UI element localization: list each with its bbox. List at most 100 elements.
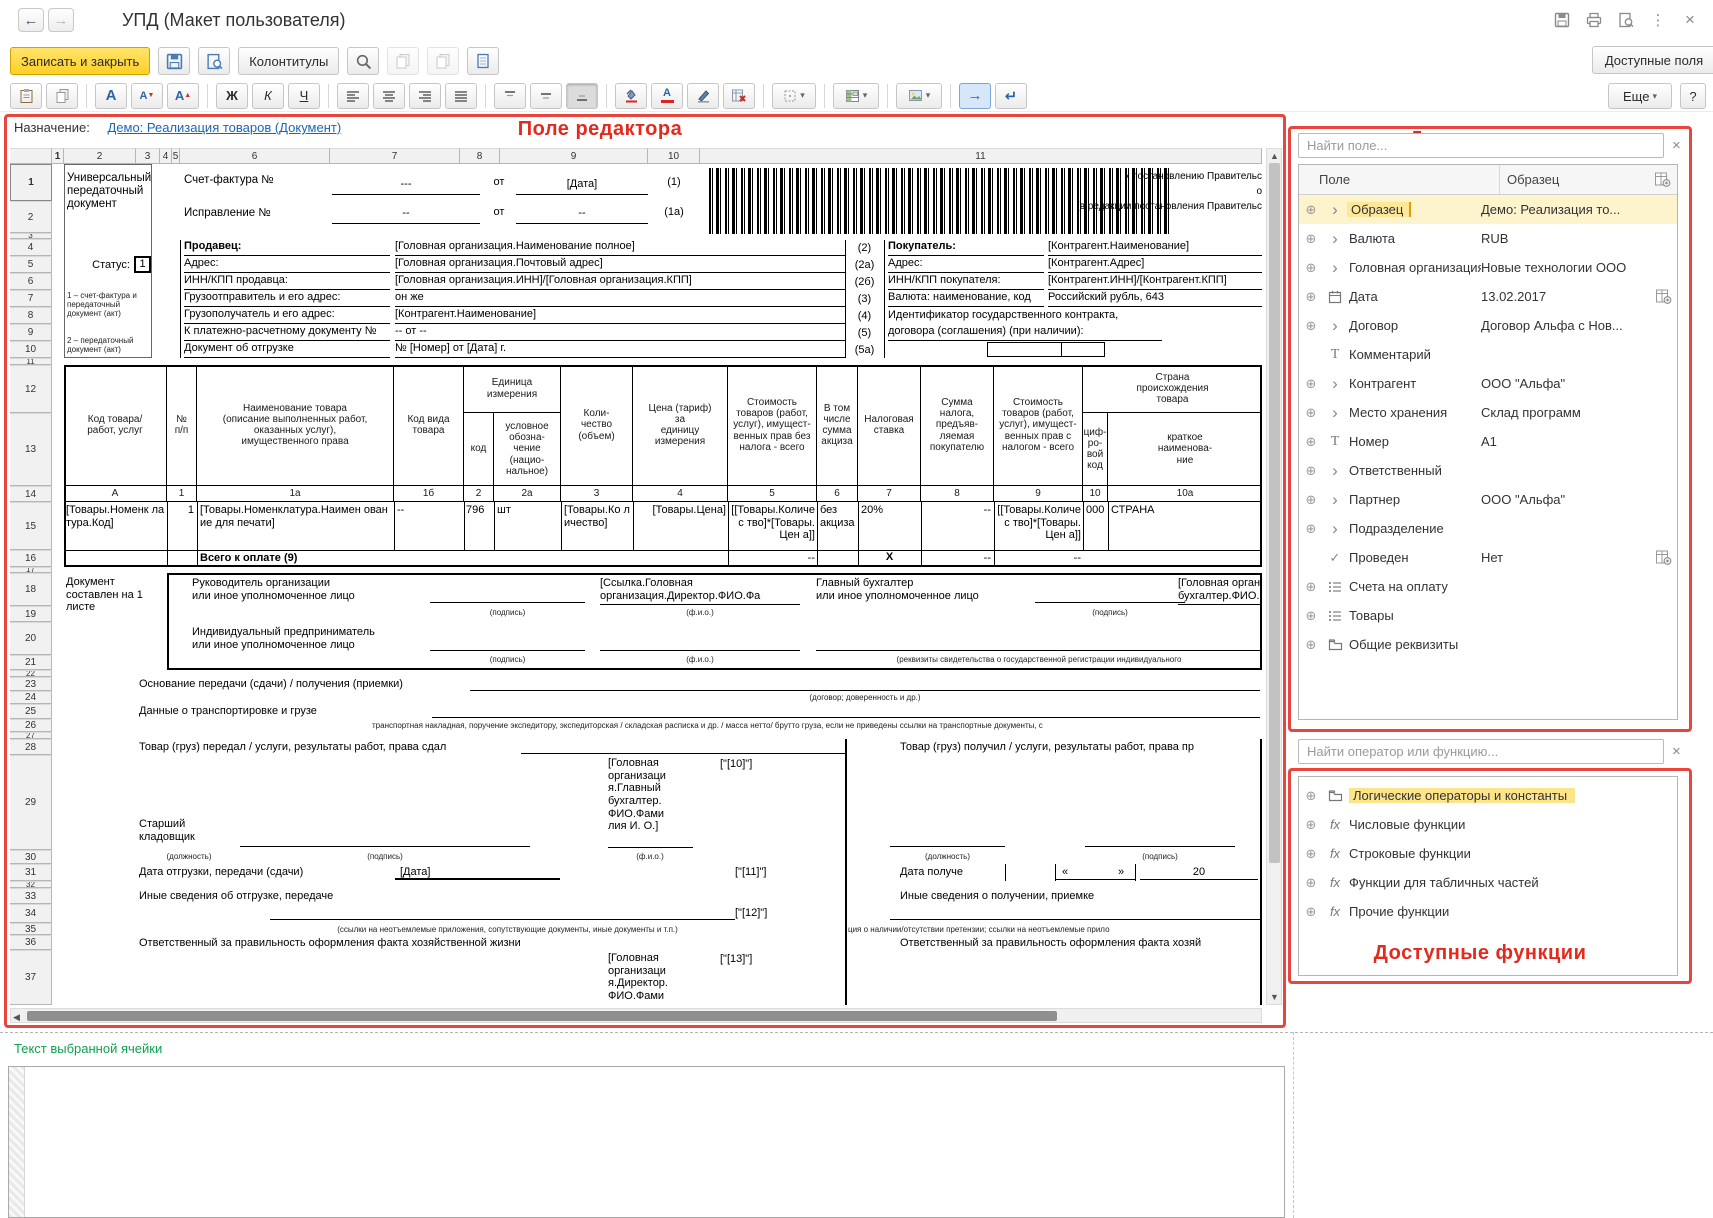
- function-row-1[interactable]: ⊕Логические операторы и константы: [1299, 781, 1677, 810]
- row-header-12[interactable]: 12: [10, 365, 52, 413]
- column-header-1[interactable]: 1: [52, 148, 64, 164]
- expand-plus-icon[interactable]: ⊕: [1299, 318, 1323, 334]
- goods-total-cost-w[interactable]: --: [997, 552, 1081, 565]
- row-header-19[interactable]: 19: [10, 606, 52, 622]
- font-size-up-button[interactable]: А▲: [167, 83, 199, 109]
- year-20-cell[interactable]: 20: [1140, 866, 1258, 880]
- expand-plus-icon[interactable]: ⊕: [1299, 463, 1323, 479]
- buyer-label-cell[interactable]: Покупатель:: [888, 240, 1044, 256]
- field-row-8[interactable]: ⊕›Место храненияСклад программ: [1299, 398, 1677, 427]
- goods-data-country-name[interactable]: СТРАНА: [1111, 504, 1259, 517]
- goods-header-unit-code[interactable]: код: [464, 413, 494, 486]
- field-row-11[interactable]: ⊕›ПартнерООО "Альфа": [1299, 485, 1677, 514]
- goods-header-country[interactable]: Страна происхождения товара: [1083, 365, 1262, 413]
- align-right-icon[interactable]: [409, 83, 441, 109]
- goods-header-country-code[interactable]: циф- ро- вой код: [1083, 413, 1108, 486]
- row-header-27[interactable]: 27: [10, 732, 52, 739]
- column-header-5[interactable]: 5: [172, 148, 180, 164]
- basis-label-cell[interactable]: Основание передачи (сдачи) / получения (…: [139, 678, 469, 691]
- field-name[interactable]: Ответственный: [1347, 463, 1481, 478]
- invoice-from-cell[interactable]: от: [484, 176, 514, 189]
- column-header-8[interactable]: 8: [460, 148, 500, 164]
- forward-button[interactable]: →: [48, 8, 74, 32]
- correction-from-cell[interactable]: от: [484, 206, 514, 219]
- print-preview-button[interactable]: [198, 47, 230, 75]
- field-settings-icon[interactable]: [1649, 549, 1677, 566]
- goods-header-unit[interactable]: Единица измерения: [464, 365, 561, 413]
- row-header-11[interactable]: 11: [10, 358, 52, 365]
- column-header-6[interactable]: 6: [180, 148, 330, 164]
- field-name[interactable]: Договор: [1347, 318, 1481, 333]
- seller-label-cell[interactable]: Продавец:: [184, 240, 390, 256]
- field-name[interactable]: Место хранения: [1347, 405, 1481, 420]
- field-row-2[interactable]: ⊕›ВалютаRUB: [1299, 224, 1677, 253]
- field-row-5[interactable]: ⊕›ДоговорДоговор Альфа с Нов...: [1299, 311, 1677, 340]
- find-button[interactable]: [347, 47, 379, 75]
- clear-format-icon[interactable]: [723, 83, 755, 109]
- align-center-icon[interactable]: [373, 83, 405, 109]
- field-name[interactable]: Дата: [1347, 289, 1481, 304]
- expand-plus-icon[interactable]: ⊕: [1299, 788, 1323, 804]
- row-header-14[interactable]: 14: [10, 486, 52, 502]
- row-header-33[interactable]: 33: [10, 888, 52, 904]
- function-group-name[interactable]: Функции для табличных частей: [1347, 875, 1677, 890]
- receive-date-label-cell[interactable]: Дата получе: [900, 866, 1003, 879]
- goods-code-row-cell[interactable]: 2: [464, 486, 494, 502]
- shipper-label-cell[interactable]: Грузоотправитель и его адрес:: [184, 291, 390, 307]
- invoice-value-cell[interactable]: ---: [332, 178, 480, 195]
- gov-contract-1-cell[interactable]: Идентификатор государственного контракта…: [888, 309, 1262, 322]
- empty-cell[interactable]: [1062, 342, 1105, 357]
- m11-cell[interactable]: ["[11]"]: [735, 866, 805, 879]
- valign-top-icon[interactable]: [494, 83, 526, 109]
- fill-color-icon[interactable]: [615, 83, 647, 109]
- align-left-icon[interactable]: [337, 83, 369, 109]
- row-header-1[interactable]: 1: [10, 164, 52, 201]
- row-header-22[interactable]: 22: [10, 670, 52, 677]
- row-header-25[interactable]: 25: [10, 704, 52, 719]
- seller-inn-value-cell[interactable]: [Головная организация.ИНН]/[Головная орг…: [395, 274, 845, 290]
- preview-icon[interactable]: [1613, 9, 1639, 31]
- function-group-name[interactable]: Прочие функции: [1347, 904, 1677, 919]
- goods-code-row-cell[interactable]: 1: [167, 486, 197, 502]
- row-header-35[interactable]: 35: [10, 923, 52, 935]
- expand-plus-icon[interactable]: ⊕: [1299, 608, 1323, 624]
- seller-addr-value-cell[interactable]: [Головная организация.Почтовый адрес]: [395, 257, 845, 273]
- row-header-23[interactable]: 23: [10, 677, 52, 691]
- assignment-link[interactable]: Демо: Реализация товаров (Документ): [107, 120, 341, 135]
- column-header-9[interactable]: 9: [500, 148, 648, 164]
- column-header-11[interactable]: 11: [700, 148, 1262, 164]
- align-justify-icon[interactable]: [445, 83, 477, 109]
- selected-cell-text-area[interactable]: [8, 1066, 1285, 1218]
- goods-code-row-cell[interactable]: 8: [921, 486, 994, 502]
- row-header-26[interactable]: 26: [10, 719, 52, 732]
- field-name[interactable]: Образец: [1347, 202, 1481, 217]
- expand-plus-icon[interactable]: ⊕: [1299, 376, 1323, 392]
- goods-data-country-code[interactable]: 000: [1086, 504, 1107, 517]
- goods-data-tax[interactable]: --: [923, 504, 991, 517]
- consignee-value-cell[interactable]: [Контрагент.Наименование]: [395, 308, 845, 324]
- received-label-cell[interactable]: Товар (груз) получил / услуги, результат…: [900, 741, 1260, 754]
- goods-code-row-cell[interactable]: 6: [817, 486, 858, 502]
- row-header-16[interactable]: 16: [10, 550, 52, 567]
- consignee-label-cell[interactable]: Грузополучатель и его адрес:: [184, 308, 390, 324]
- invoice-label-cell[interactable]: Счет-фактура №: [184, 174, 330, 187]
- doc-title-cell[interactable]: Универсальный передаточный документ: [67, 172, 151, 212]
- responsible-left-cell[interactable]: Ответственный за правильность оформления…: [139, 937, 699, 950]
- ship-date-label-cell[interactable]: Дата отгрузки, передачи (сдачи): [139, 866, 391, 879]
- field-row-7[interactable]: ⊕›КонтрагентООО "Альфа": [1299, 369, 1677, 398]
- shipping-doc-label-cell[interactable]: Документ об отгрузке: [184, 342, 390, 358]
- column-header-4[interactable]: 4: [160, 148, 172, 164]
- corner-cell[interactable]: [10, 148, 52, 164]
- goods-data-unit-symbol[interactable]: шт: [497, 504, 559, 517]
- other-receive-cell[interactable]: Иные сведения о получении, приемке: [900, 890, 1230, 903]
- row-header-6[interactable]: 6: [10, 273, 52, 290]
- ship-date-value-cell[interactable]: [Дата]: [400, 866, 480, 879]
- goods-code-row-cell[interactable]: 4: [633, 486, 728, 502]
- goods-header-unit-symbol[interactable]: условное обозна- чение (нацио- нальное): [494, 413, 561, 486]
- save-icon[interactable]: [1549, 9, 1575, 31]
- expand-plus-icon[interactable]: ⊕: [1299, 260, 1323, 276]
- goods-code-row-cell[interactable]: 9: [994, 486, 1083, 502]
- row-header-15[interactable]: 15: [10, 502, 52, 550]
- goods-header-rate[interactable]: Налоговая ставка: [858, 365, 921, 486]
- page-setup-button[interactable]: [467, 47, 499, 75]
